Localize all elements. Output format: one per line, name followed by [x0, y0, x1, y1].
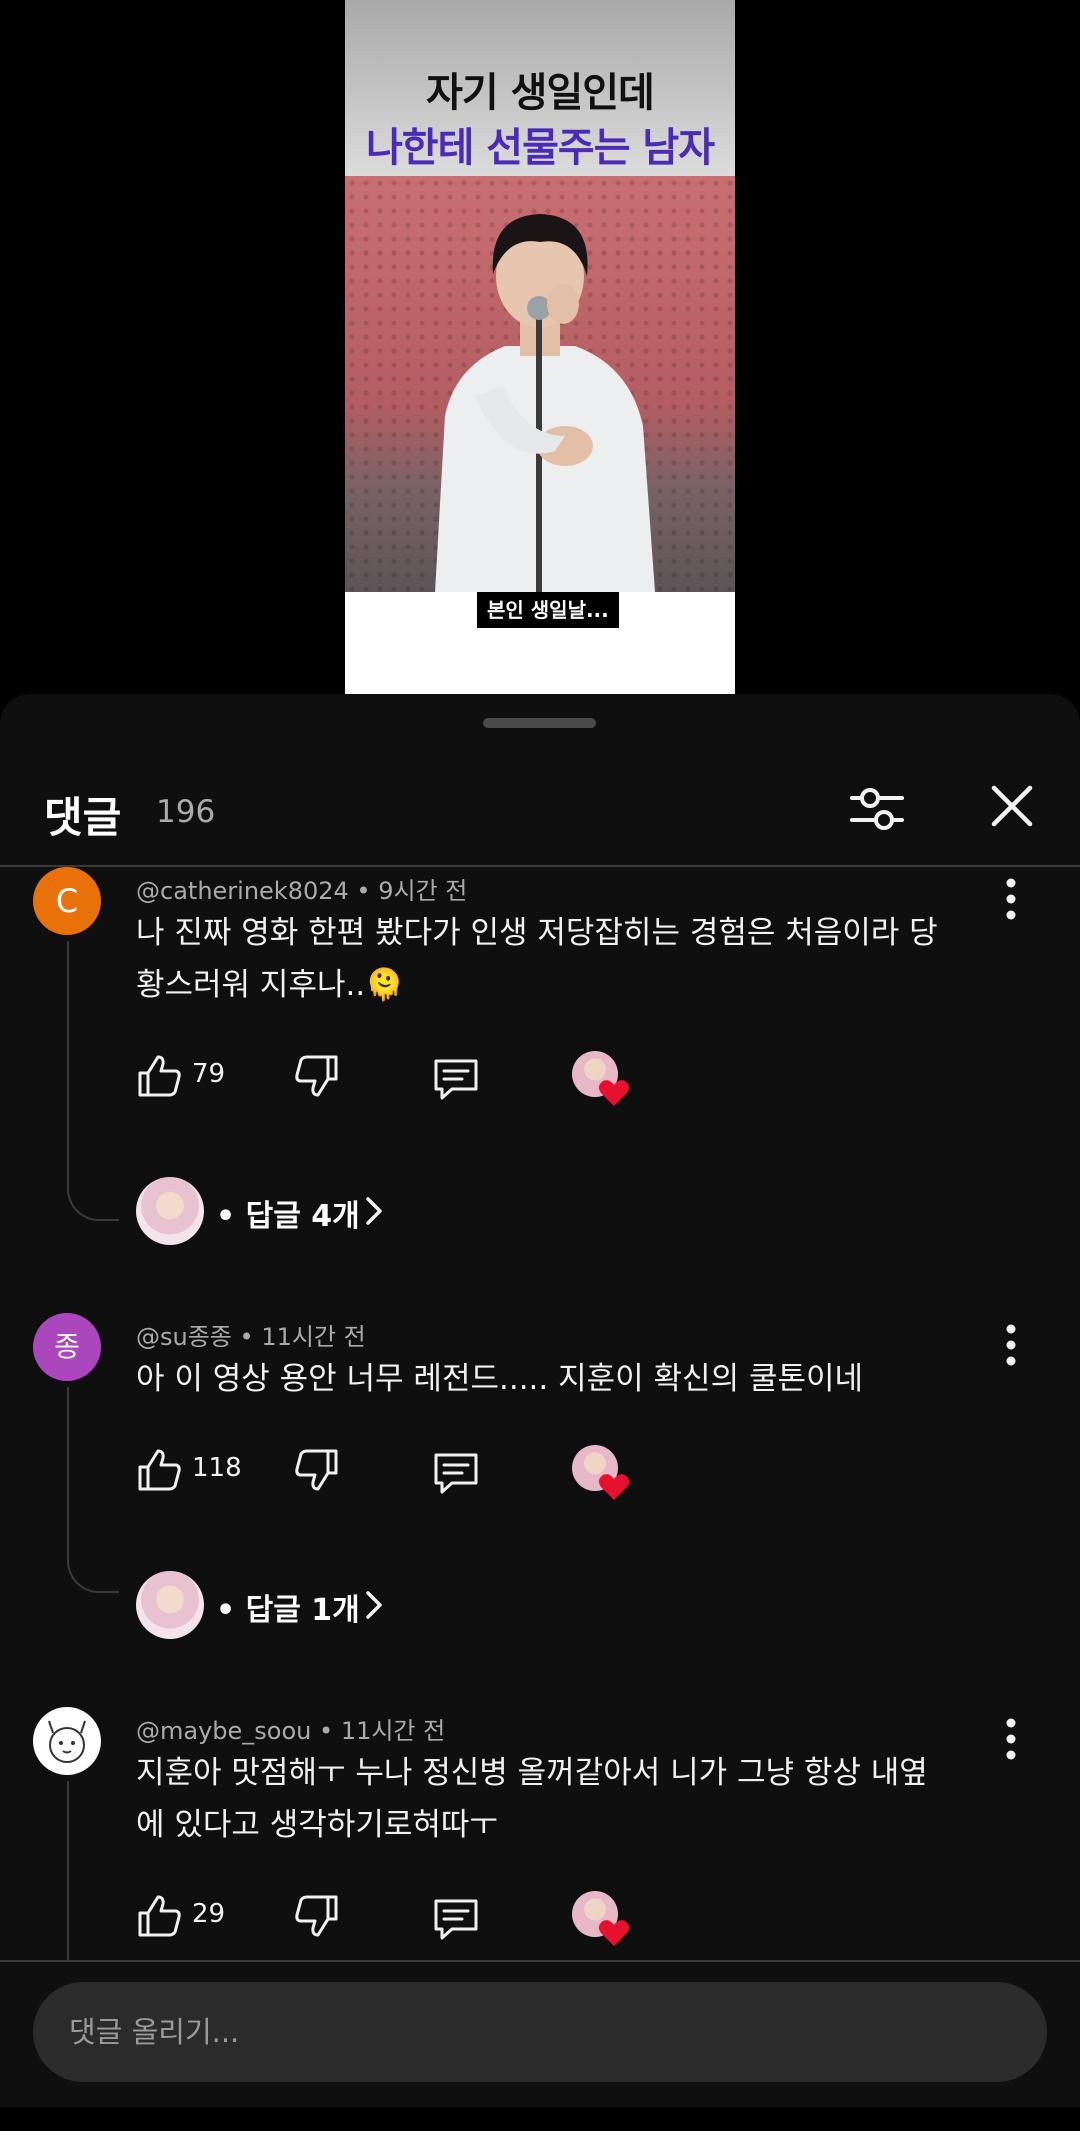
video-title-band: 자기 생일인데 나한테 선물주는 남자 [345, 0, 735, 176]
chevron-right-icon [366, 1591, 382, 1619]
meta-separator: • [239, 1323, 262, 1351]
reply-author-avatar [136, 1571, 204, 1639]
avatar-letter: 종 [54, 1330, 80, 1363]
more-vert-icon[interactable] [996, 875, 1026, 923]
thumbs-down-icon[interactable] [294, 1447, 340, 1493]
thread-line [67, 941, 119, 1221]
comments-header: 댓글 196 [0, 754, 1080, 860]
comment-text: 아 이 영상 용안 너무 레전드..... 지훈이 확신의 쿨톤이네 [136, 1361, 864, 1397]
heart-icon [598, 1474, 630, 1500]
thumbs-down-icon[interactable] [294, 1053, 340, 1099]
heart-icon [598, 1080, 630, 1106]
comment-text: 지훈아 맛점해ㅜ 누나 정신병 올꺼같아서 니가 그냥 항상 내옆에 있다고 생… [136, 1755, 928, 1843]
footer-divider [0, 1960, 1080, 1962]
avatar[interactable]: 종 [33, 1313, 101, 1381]
comments-sheet: 댓글 196 C @catherinek8024 • 9시간 전 나 진짜 영화… [0, 694, 1080, 2107]
replies-toggle[interactable]: • 답글 1개 [136, 1571, 436, 1639]
reply-author-avatar [136, 1177, 204, 1245]
like-count: 118 [192, 1453, 242, 1483]
video-title-line1: 자기 생일인데 [426, 70, 655, 116]
comment-author[interactable]: @su종종 [136, 1323, 232, 1351]
replies-count: • 답글 1개 [216, 1593, 360, 1628]
video-caption: 본인 생일날... [477, 592, 619, 628]
comments-count: 196 [156, 794, 216, 830]
reply-icon[interactable] [432, 1055, 480, 1103]
sliders-icon[interactable] [848, 780, 906, 838]
avatar-letter: C [55, 882, 79, 920]
thumbs-up-icon[interactable] [136, 1447, 182, 1493]
heart-icon [598, 1920, 630, 1946]
avatar[interactable] [33, 1707, 101, 1775]
meta-separator: • [356, 877, 379, 905]
more-vert-icon[interactable] [996, 1321, 1026, 1369]
comments-title: 댓글 [44, 793, 122, 842]
chevron-right-icon [366, 1197, 382, 1225]
performer-illustration [435, 214, 655, 592]
like-count: 29 [192, 1899, 226, 1929]
video-title-line2: 나한테 선물주는 남자 [365, 125, 715, 171]
more-vert-icon[interactable] [996, 1715, 1026, 1763]
comment-text: 나 진짜 영화 한편 봤다가 인생 저당잡히는 경험은 처음이라 당황스러워 지… [136, 915, 938, 1003]
thumbs-down-icon[interactable] [294, 1893, 340, 1939]
replies-toggle[interactable]: • 답글 4개 [136, 1177, 436, 1245]
comment-meta: @maybe_soou • 11시간 전 [136, 1711, 445, 1746]
video-player[interactable]: 자기 생일인데 나한테 선물주는 남자 본인 생일날... [0, 0, 1080, 700]
thread-line [67, 1387, 119, 1593]
replies-count: • 답글 4개 [216, 1199, 360, 1234]
video-scene [345, 176, 735, 592]
comment-meta: @su종종 • 11시간 전 [136, 1317, 366, 1352]
comment-meta: @catherinek8024 • 9시간 전 [136, 871, 467, 906]
comment-actions: 79 [136, 1045, 656, 1107]
thread-line [67, 1781, 69, 1981]
like-count: 79 [192, 1059, 226, 1089]
meta-separator: • [319, 1717, 341, 1745]
thumbs-up-icon[interactable] [136, 1053, 182, 1099]
comment-actions: 118 [136, 1439, 656, 1501]
reply-icon[interactable] [432, 1895, 480, 1943]
reply-icon[interactable] [432, 1449, 480, 1497]
comment-author[interactable]: @catherinek8024 [136, 877, 349, 905]
creator-heart [572, 1051, 630, 1107]
creator-heart [572, 1891, 630, 1947]
comment-time: 11시간 전 [261, 1323, 366, 1351]
drag-handle[interactable] [483, 718, 596, 728]
close-icon[interactable] [986, 780, 1038, 832]
comment-time: 11시간 전 [340, 1717, 446, 1745]
comment-list[interactable]: C @catherinek8024 • 9시간 전 나 진짜 영화 한편 봤다가… [0, 867, 1080, 2131]
avatar[interactable]: C [33, 867, 101, 935]
comment-composer [0, 1960, 1080, 2107]
creator-heart [572, 1445, 630, 1501]
add-comment-input[interactable] [33, 1982, 1047, 2082]
comment-time: 9시간 전 [378, 877, 468, 905]
thumbs-up-icon[interactable] [136, 1893, 182, 1939]
comment-actions: 29 [136, 1885, 656, 1947]
video-frame[interactable]: 자기 생일인데 나한테 선물주는 남자 본인 생일날... [345, 0, 735, 694]
comment-author[interactable]: @maybe_soou [136, 1717, 311, 1745]
